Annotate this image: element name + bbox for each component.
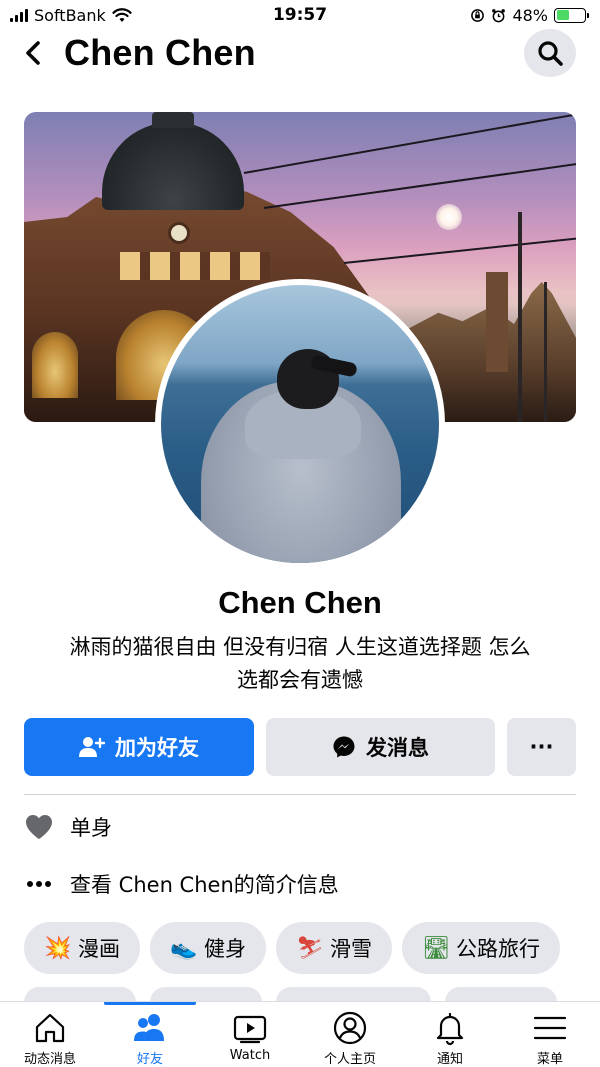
collision-icon: 💥: [44, 935, 72, 961]
tab-friends[interactable]: 好友: [100, 1002, 200, 1067]
cover-pole: [518, 212, 522, 422]
tab-menu[interactable]: 菜单: [500, 1002, 600, 1067]
add-friend-button[interactable]: 加为好友: [24, 718, 254, 776]
alarm-icon: [492, 8, 506, 22]
cover-arch-small: [32, 332, 78, 398]
profile-bio: 淋雨的猫很自由 但没有归宿 人生这道选择题 怎么 选都会有遗憾: [24, 631, 576, 697]
cover-wire: [343, 236, 576, 264]
watch-video-icon: [233, 1015, 267, 1044]
orientation-lock-icon: [471, 8, 485, 22]
skier-icon: ⛷: [296, 935, 324, 961]
cover-dome-top: [152, 112, 194, 128]
tab-label: Watch: [229, 1048, 271, 1063]
message-label: 发消息: [366, 736, 429, 760]
hobby-chip[interactable]: 🛣 公路旅行: [402, 922, 560, 974]
status-left: SoftBank: [10, 6, 132, 25]
profile-header: Chen Chen: [0, 28, 600, 78]
hobby-label: 漫画: [78, 937, 120, 961]
about-link: 查看 Chen Chen的简介信息: [70, 873, 339, 897]
motorway-icon: 🛣: [422, 935, 450, 961]
heart-icon: [24, 812, 54, 842]
battery-charging-icon: [554, 7, 589, 23]
tab-label: 通知: [436, 1052, 463, 1067]
add-friend-label: 加为好友: [115, 736, 199, 760]
bell-icon: [436, 1012, 464, 1046]
more-options-icon: ···: [529, 735, 554, 759]
tab-news-feed[interactable]: 动态消息: [0, 1002, 100, 1067]
wifi-icon: [112, 7, 132, 22]
back-button[interactable]: [16, 36, 50, 70]
tab-label: 个人主页: [323, 1052, 376, 1067]
cover-wire: [243, 112, 576, 174]
cover-pole: [544, 282, 547, 422]
hobby-chip[interactable]: 👟 健身: [150, 922, 266, 974]
relationship-row: 单身: [24, 807, 576, 847]
cover-dome: [102, 122, 244, 210]
about-row[interactable]: 查看 Chen Chen的简介信息: [24, 864, 576, 904]
signal-icon: [10, 8, 28, 22]
ellipsis-icon: [24, 869, 54, 899]
tab-notifications[interactable]: 通知: [400, 1002, 500, 1067]
search-icon: [538, 41, 563, 66]
profile-icon: [333, 1011, 367, 1045]
chevron-left-icon: [26, 41, 40, 65]
messenger-icon: [333, 736, 355, 758]
home-icon: [35, 1013, 65, 1043]
cover-wire: [263, 162, 576, 209]
tab-profile[interactable]: 个人主页: [300, 1002, 400, 1067]
status-right: 48%: [470, 5, 589, 25]
friends-icon: [134, 1014, 164, 1041]
cover-clock: [168, 222, 190, 244]
cover-windows: [120, 252, 270, 280]
avatar[interactable]: [155, 279, 445, 569]
hobby-label: 健身: [204, 937, 246, 961]
search-button[interactable]: [524, 29, 576, 77]
tab-watch[interactable]: Watch: [200, 1002, 300, 1067]
status-bar: SoftBank 19:57 48%: [0, 0, 600, 30]
hobby-chip[interactable]: ⛷ 滑雪: [276, 922, 392, 974]
carrier-name: SoftBank: [34, 5, 106, 25]
battery-percent: 48%: [512, 5, 548, 25]
more-options-button[interactable]: ···: [507, 718, 576, 776]
profile-name: Chen Chen: [218, 585, 382, 620]
sneaker-icon: 👟: [170, 935, 198, 961]
hobby-label: 滑雪: [330, 937, 372, 961]
cover-clock-tower: [486, 272, 508, 372]
page-title: Chen Chen: [64, 32, 256, 73]
add-friend-icon: [79, 737, 105, 757]
tab-label: 好友: [136, 1052, 163, 1067]
cover-sun: [436, 204, 462, 230]
divider: [24, 794, 576, 795]
menu-icon: [533, 1016, 567, 1040]
bottom-tab-bar: 动态消息 好友 Watch 个人主页 通知 菜单: [0, 1001, 600, 1067]
hobby-label: 公路旅行: [456, 937, 540, 961]
tab-label: 动态消息: [23, 1052, 76, 1067]
bio-line: 选都会有遗憾: [237, 668, 363, 692]
tab-label: 菜单: [536, 1052, 563, 1067]
message-button[interactable]: 发消息: [266, 718, 495, 776]
relationship-status: 单身: [70, 816, 112, 840]
bio-line: 淋雨的猫很自由 但没有归宿 人生这道选择题 怎么: [69, 635, 531, 659]
hobby-chip[interactable]: 💥 漫画: [24, 922, 140, 974]
